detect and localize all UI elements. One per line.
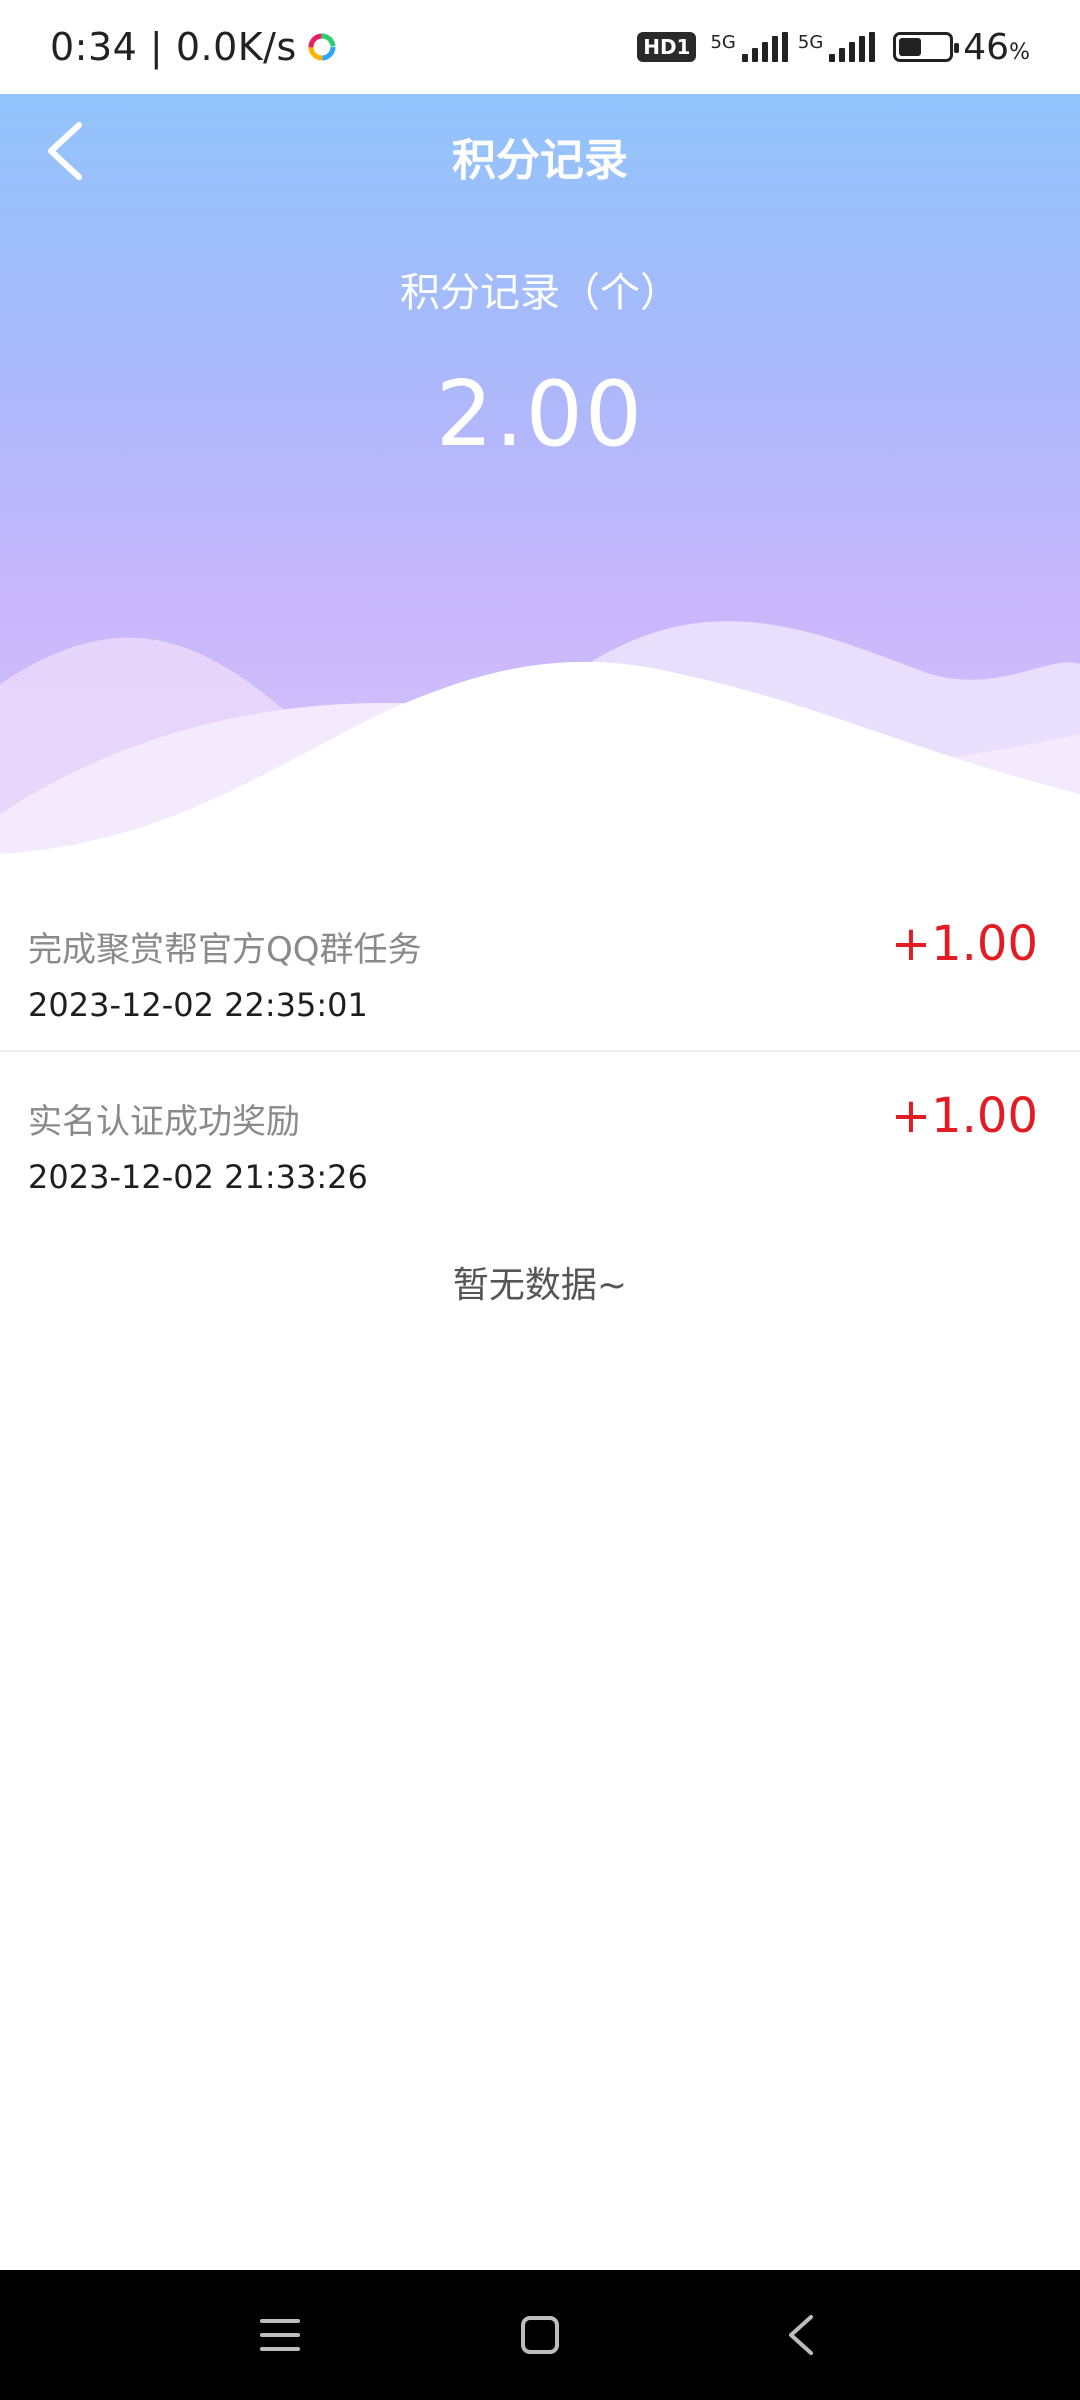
points-header: 积分记录 积分记录（个） 2.00 xyxy=(0,94,1080,854)
sim1-signal-icon: 5G xyxy=(710,32,788,62)
home-button[interactable] xyxy=(510,2305,570,2365)
app-notification-icon xyxy=(308,33,336,61)
record-amount: +1.00 xyxy=(890,916,1038,972)
record-title: 实名认证成功奖励 xyxy=(28,1102,300,1142)
hd-badge: HD1 xyxy=(637,32,697,62)
status-separator: | xyxy=(137,25,176,69)
status-net-speed: 0.0K/s xyxy=(175,25,297,69)
status-time: 0:34 xyxy=(50,25,138,69)
page-title: 积分记录 xyxy=(452,135,628,186)
record-time: 2023-12-02 21:33:26 xyxy=(28,1158,368,1196)
sim1-label: 5G xyxy=(710,32,736,53)
list-item: 完成聚赏帮官方QQ群任务 2023-12-02 22:35:01 +1.00 xyxy=(0,880,1080,1052)
points-record-list: 完成聚赏帮官方QQ群任务 2023-12-02 22:35:01 +1.00 实… xyxy=(0,880,1080,1224)
menu-button[interactable] xyxy=(250,2305,310,2365)
battery-unit: % xyxy=(1009,39,1030,65)
sim2-label: 5G xyxy=(797,32,824,53)
status-left: 0:34 | 0.0K/s xyxy=(50,25,337,69)
battery-icon xyxy=(893,32,960,62)
home-square-icon xyxy=(521,2316,559,2354)
wave-decoration xyxy=(0,621,1080,854)
battery-value: 46 xyxy=(963,26,1010,68)
record-amount: +1.00 xyxy=(890,1088,1038,1144)
status-right: HD1 5G 5G 46% xyxy=(637,27,1030,68)
battery-text: 46% xyxy=(963,27,1030,68)
system-back-button[interactable] xyxy=(770,2305,830,2365)
record-time: 2023-12-02 22:35:01 xyxy=(28,986,368,1024)
empty-state-text: 暂无数据~ xyxy=(452,1265,628,1306)
record-title: 完成聚赏帮官方QQ群任务 xyxy=(28,930,422,970)
menu-icon xyxy=(260,2319,300,2351)
sim2-signal-icon: 5G xyxy=(797,32,876,62)
points-total: 2.00 xyxy=(435,362,645,467)
list-item: 实名认证成功奖励 2023-12-02 21:33:26 +1.00 xyxy=(0,1052,1080,1224)
points-summary-label: 积分记录（个） xyxy=(400,270,680,316)
system-nav-bar xyxy=(0,2270,1080,2400)
back-triangle-icon xyxy=(789,2315,813,2355)
battery-level xyxy=(899,38,922,56)
status-bar: 0:34 | 0.0K/s HD1 5G 5G 46% xyxy=(0,0,1080,94)
